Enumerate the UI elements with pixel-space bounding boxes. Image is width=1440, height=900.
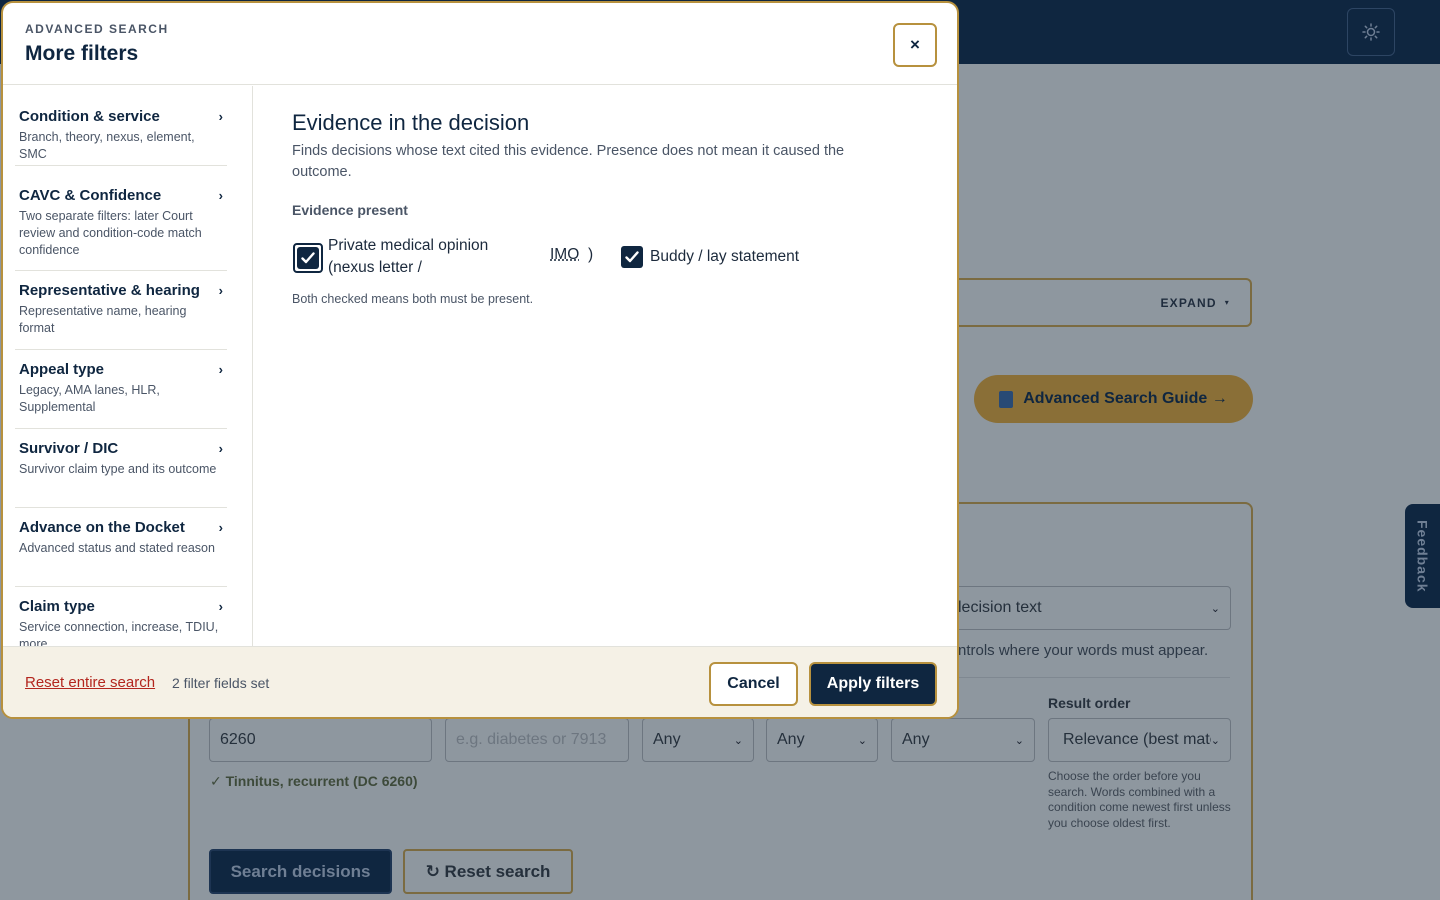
- nav-item-appeal-type[interactable]: Appeal type › Legacy, AMA lanes, HLR, Su…: [15, 361, 227, 429]
- checkbox-box: [297, 247, 319, 269]
- dialog-title: More filters: [25, 42, 138, 66]
- imo-close-paren: ): [588, 246, 593, 264]
- filter-category-nav: Condition & service › Branch, theory, ne…: [3, 86, 253, 646]
- option-private-medical-opinion-label[interactable]: Private medical opinion (nexus letter /: [328, 235, 488, 279]
- nav-item-title: Claim type: [19, 598, 95, 615]
- advanced-search-guide-button[interactable]: Advanced Search Guide →: [974, 375, 1253, 423]
- feedback-tab[interactable]: Feedback: [1405, 504, 1440, 608]
- checkbox-private-medical-opinion[interactable]: [293, 243, 323, 273]
- condition-input[interactable]: e.g. diabetes or 7913: [445, 718, 629, 762]
- filter-content: Evidence in the decision Finds decisions…: [254, 86, 959, 646]
- close-button[interactable]: ×: [893, 23, 937, 67]
- dc-match-text: ✓ Tinnitus, recurrent (DC 6260): [210, 773, 418, 790]
- result-order-help: Choose the order before you search. Word…: [1048, 769, 1238, 831]
- checkmark-icon: [301, 252, 315, 264]
- search-in-help: ntrols where your words must appear.: [958, 642, 1208, 659]
- condition-placeholder: e.g. diabetes or 7913: [456, 731, 606, 749]
- section-desc: Finds decisions whose text cited this ev…: [292, 141, 892, 183]
- chevron-down-icon: ⌄: [734, 734, 743, 747]
- option-label-line2: (nexus letter /: [328, 257, 488, 279]
- nav-item-claim-type[interactable]: Claim type › Service connection, increas…: [15, 598, 227, 646]
- chevron-down-icon: ⌄: [858, 734, 867, 747]
- nav-item-title: Representative & hearing: [19, 282, 200, 299]
- filter-count-text: 2 filter fields set: [172, 675, 269, 691]
- dialog-header: ADVANCED SEARCH More filters ×: [3, 3, 957, 85]
- chevron-down-icon: ⌄: [1211, 602, 1220, 615]
- nav-item-title: Condition & service: [19, 108, 160, 125]
- nav-item-desc: Survivor claim type and its outcome: [19, 461, 224, 478]
- more-filters-dialog: ADVANCED SEARCH More filters × Condition…: [1, 1, 959, 719]
- cancel-button[interactable]: Cancel: [709, 662, 798, 706]
- sun-icon: [1362, 23, 1380, 41]
- nav-item-title: Survivor / DIC: [19, 440, 118, 457]
- group-label: Evidence present: [292, 202, 408, 218]
- checkmark-icon: [625, 251, 639, 263]
- filter-select-3-value: Any: [902, 731, 930, 749]
- chevron-right-icon: ›: [219, 109, 223, 124]
- guide-label: Advanced Search Guide →: [1023, 390, 1228, 408]
- feedback-label: Feedback: [1415, 520, 1431, 593]
- section-title: Evidence in the decision: [292, 110, 529, 136]
- caret-down-icon: ▾: [1225, 298, 1230, 307]
- nav-item-title: Appeal type: [19, 361, 104, 378]
- filter-select-2-value: Any: [777, 731, 805, 749]
- result-order-label: Result order: [1048, 695, 1130, 711]
- chevron-right-icon: ›: [219, 520, 223, 535]
- nav-item-desc: Branch, theory, nexus, element, SMC: [19, 129, 224, 163]
- close-icon: ×: [910, 35, 920, 55]
- book-icon: [999, 391, 1013, 408]
- nav-item-desc: Legacy, AMA lanes, HLR, Supplemental: [19, 382, 224, 416]
- nav-item-desc: Representative name, hearing format: [19, 303, 224, 337]
- chevron-right-icon: ›: [219, 188, 223, 203]
- dialog-footer: Reset entire search 2 filter fields set …: [3, 646, 957, 719]
- expand-toggle[interactable]: EXPAND ▾: [930, 278, 1252, 327]
- nav-item-advance-on-docket[interactable]: Advance on the Docket › Advanced status …: [15, 519, 227, 587]
- divider: [950, 677, 1230, 678]
- nav-item-condition-service[interactable]: Condition & service › Branch, theory, ne…: [15, 108, 227, 166]
- chevron-right-icon: ›: [219, 283, 223, 298]
- nav-item-cavc-confidence[interactable]: CAVC & Confidence › Two separate filters…: [15, 187, 227, 271]
- option-label-line1: Private medical opinion: [328, 235, 488, 257]
- chevron-right-icon: ›: [219, 599, 223, 614]
- nav-item-title: CAVC & Confidence: [19, 187, 161, 204]
- filter-select-2[interactable]: Any ⌄: [766, 718, 878, 762]
- dc-value: 6260: [220, 731, 256, 749]
- hint-text: Both checked means both must be present.: [292, 292, 533, 306]
- filter-select-1[interactable]: Any ⌄: [642, 718, 754, 762]
- chevron-down-icon: ⌄: [1211, 734, 1220, 747]
- filter-select-3[interactable]: Any ⌄: [891, 718, 1035, 762]
- search-in-value: lecision text: [958, 599, 1042, 617]
- imo-abbr: IMO: [550, 246, 579, 264]
- theme-toggle-button[interactable]: [1347, 8, 1395, 56]
- dc-input[interactable]: 6260: [209, 718, 432, 762]
- nav-item-survivor-dic[interactable]: Survivor / DIC › Survivor claim type and…: [15, 440, 227, 508]
- chevron-right-icon: ›: [219, 362, 223, 377]
- reset-entire-search-link[interactable]: Reset entire search: [25, 674, 155, 691]
- search-decisions-button[interactable]: Search decisions: [209, 849, 392, 894]
- result-order-select[interactable]: Relevance (best matc ⌄: [1048, 718, 1231, 762]
- option-buddy-lay-statement-label[interactable]: Buddy / lay statement: [650, 246, 799, 268]
- reset-search-button[interactable]: ↻ Reset search: [403, 849, 573, 894]
- nav-item-title: Advance on the Docket: [19, 519, 185, 536]
- expand-label: EXPAND: [1160, 296, 1216, 310]
- nav-item-desc: Advanced status and stated reason: [19, 540, 224, 557]
- apply-filters-button[interactable]: Apply filters: [809, 662, 937, 706]
- search-in-select[interactable]: lecision text ⌄: [930, 586, 1231, 630]
- checkbox-buddy-lay-statement[interactable]: [621, 246, 643, 268]
- nav-item-desc: Two separate filters: later Court review…: [19, 208, 224, 259]
- filter-select-1-value: Any: [653, 731, 681, 749]
- result-order-value: Relevance (best matc: [1063, 731, 1211, 749]
- nav-item-representative-hearing[interactable]: Representative & hearing › Representativ…: [15, 282, 227, 350]
- chevron-right-icon: ›: [219, 441, 223, 456]
- chevron-down-icon: ⌄: [1015, 734, 1024, 747]
- dialog-eyebrow: ADVANCED SEARCH: [25, 22, 169, 36]
- nav-item-desc: Service connection, increase, TDIU, more: [19, 619, 224, 646]
